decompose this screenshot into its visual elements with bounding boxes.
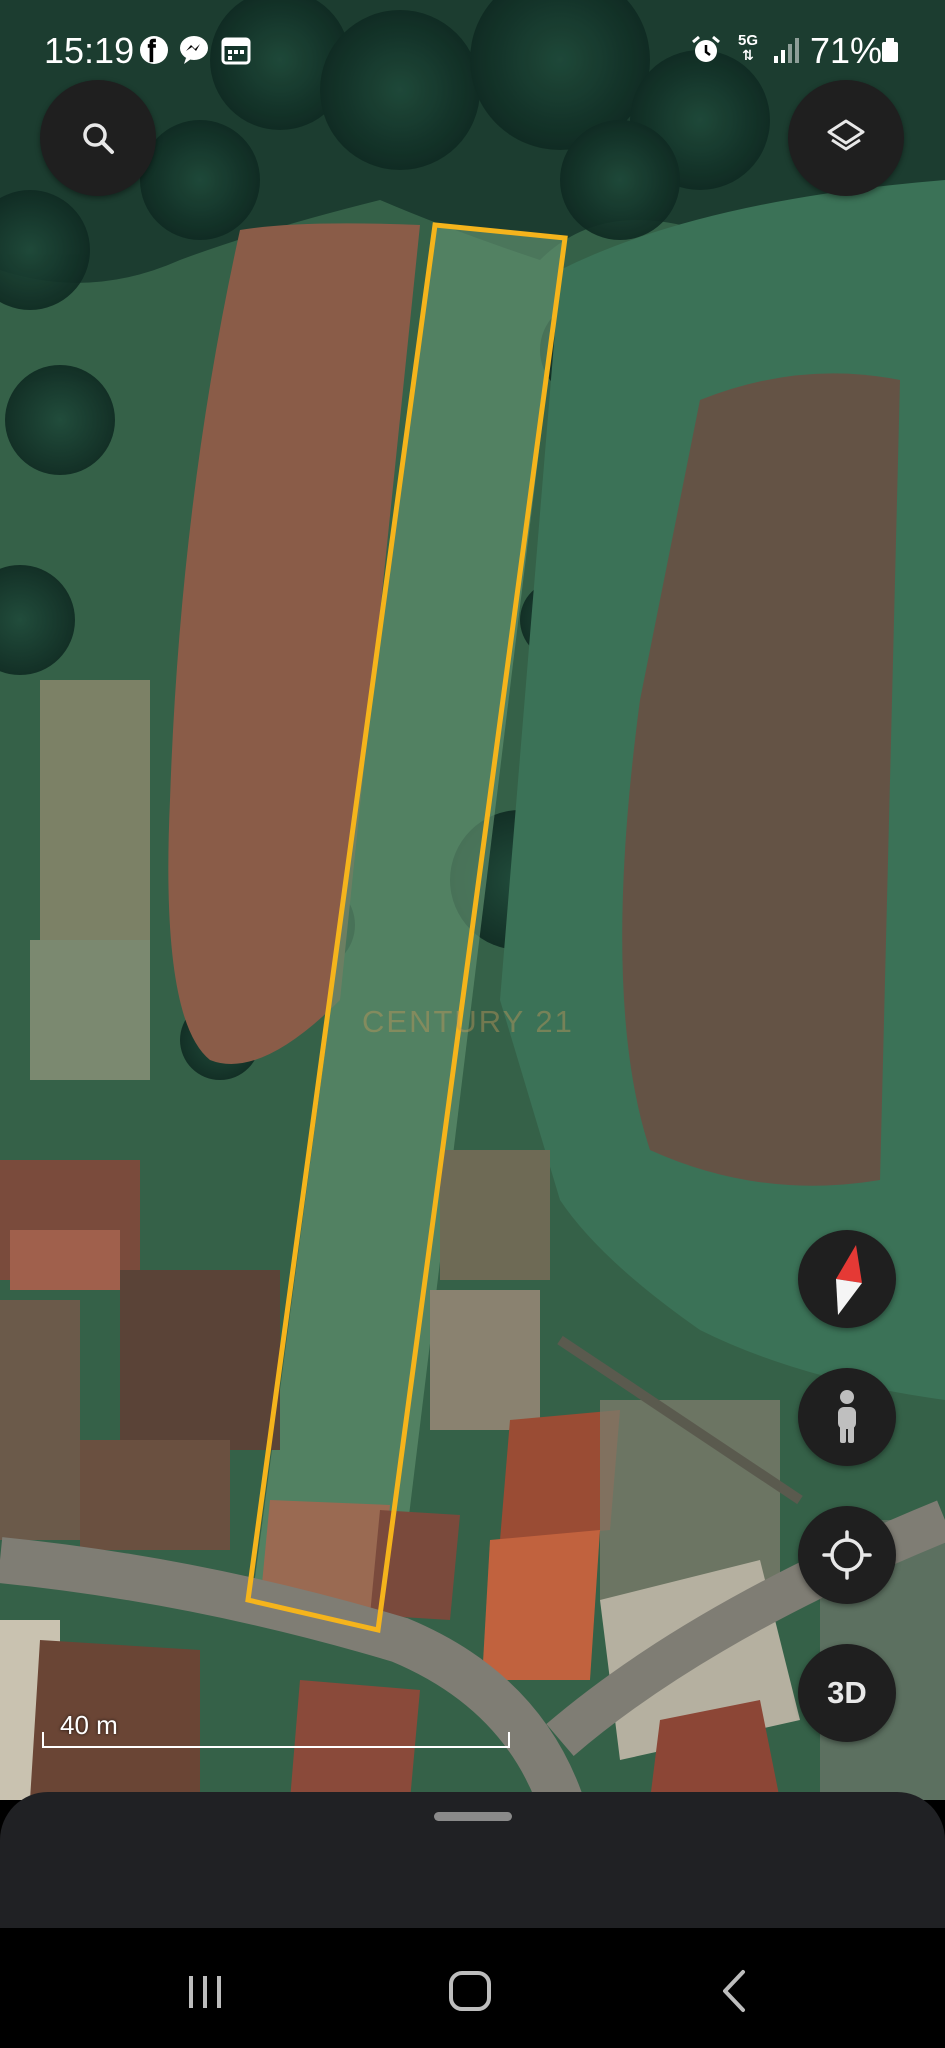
3d-button[interactable]: 3D (798, 1644, 896, 1742)
my-location-icon (822, 1530, 872, 1580)
home-icon[interactable] (440, 1966, 500, 2016)
satellite-map[interactable]: CENTURY 21 (0, 0, 945, 1800)
search-button[interactable] (40, 80, 156, 196)
messenger-icon (180, 36, 208, 64)
bottom-sheet[interactable] (0, 1792, 945, 1932)
status-bar: 15:19 5G ⇅ 71% (0, 0, 945, 100)
search-icon (83, 123, 114, 154)
scale-bar (42, 1732, 510, 1748)
my-location-button[interactable] (798, 1506, 896, 1604)
signal-icon (774, 38, 799, 63)
recent-apps-icon[interactable] (175, 1966, 235, 2016)
layers-button[interactable] (788, 80, 904, 196)
century21-watermark: CENTURY 21 (362, 1004, 574, 1039)
battery-icon (882, 38, 898, 62)
3d-label: 3D (827, 1675, 867, 1710)
sheet-drag-handle[interactable] (434, 1812, 512, 1821)
layers-icon (827, 119, 865, 151)
calendar-icon (221, 37, 251, 65)
alarm-icon (692, 35, 720, 62)
compass-button[interactable] (798, 1230, 896, 1328)
compass-icon (836, 1245, 862, 1315)
google-earth-screen: CENTURY 21 15:19 5G ⇅ 71% 3D 40 m (0, 0, 945, 2048)
pegman-icon (838, 1390, 856, 1443)
status-time: 15:19 (44, 30, 135, 71)
battery-percent: 71% (810, 30, 883, 71)
street-view-button[interactable] (798, 1368, 896, 1466)
system-nav-bar (0, 1928, 945, 2048)
facebook-icon (140, 36, 168, 64)
5g-icon: 5G ⇅ (737, 32, 758, 63)
back-icon[interactable] (705, 1966, 765, 2016)
